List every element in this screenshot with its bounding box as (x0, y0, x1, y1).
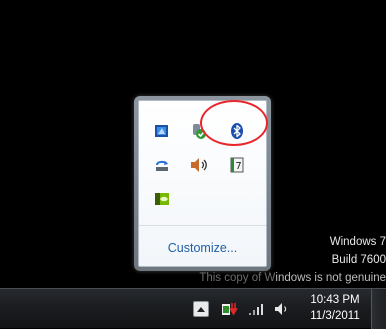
customize-link[interactable]: Customize... (139, 241, 266, 255)
flyout-divider (139, 225, 266, 226)
security-shield-icon[interactable] (189, 121, 209, 141)
chevron-up-icon (197, 307, 205, 312)
volume-icon[interactable] (272, 299, 292, 319)
notebook-icon[interactable]: 7 (227, 155, 247, 175)
system-clock[interactable]: 10:43 PM 11/3/2011 (306, 292, 364, 324)
taskbar: 10:43 PM 11/3/2011 (0, 288, 386, 329)
svg-text:7: 7 (235, 161, 241, 172)
safely-remove-hardware-icon[interactable] (152, 155, 172, 175)
watermark-build: Build 7600 (331, 254, 386, 266)
desktop: Windows 7 Build 7600 This copy of Window… (0, 0, 386, 329)
watermark-genuine-notice: This copy of Windows is not genuine (199, 272, 386, 284)
clock-date: 11/3/2011 (310, 310, 360, 322)
network-signal-icon[interactable] (246, 299, 266, 319)
notification-overflow-flyout: 7 Customize... (134, 96, 271, 271)
watermark-genuine-notice-text: indows is not genuine (275, 272, 386, 284)
windows-mobile-device-center-icon[interactable] (152, 121, 172, 141)
nvidia-icon[interactable] (152, 189, 172, 209)
bluetooth-icon[interactable] (227, 121, 247, 141)
watermark-windows-version: Windows 7 (329, 236, 386, 248)
watermark-genuine-notice-dim: This copy of W (199, 272, 276, 284)
show-desktop-button[interactable] (371, 289, 386, 329)
show-hidden-icons-button[interactable] (193, 301, 209, 317)
power-plug-icon[interactable] (219, 299, 239, 319)
volume-flyout-icon[interactable] (189, 155, 209, 175)
flyout-panel: 7 Customize... (138, 100, 267, 267)
clock-time: 10:43 PM (310, 294, 360, 306)
